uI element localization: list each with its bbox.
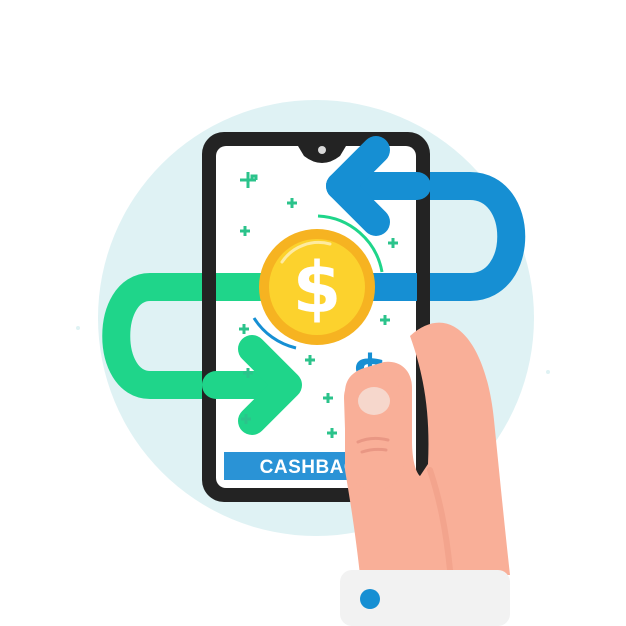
speckle-icon: [546, 370, 550, 374]
coin-dollar-sign: $: [293, 247, 342, 329]
speckle-icon: [76, 326, 80, 330]
cashback-illustration: $ $ CASHBACK: [0, 0, 626, 626]
illustration-canvas: $ $ CASHBACK: [76, 100, 550, 626]
cuff-button-icon: [360, 589, 380, 609]
sleeve-icon: [340, 570, 510, 626]
gold-coin-icon: $: [259, 229, 375, 345]
camera-lens-icon: [318, 146, 326, 154]
